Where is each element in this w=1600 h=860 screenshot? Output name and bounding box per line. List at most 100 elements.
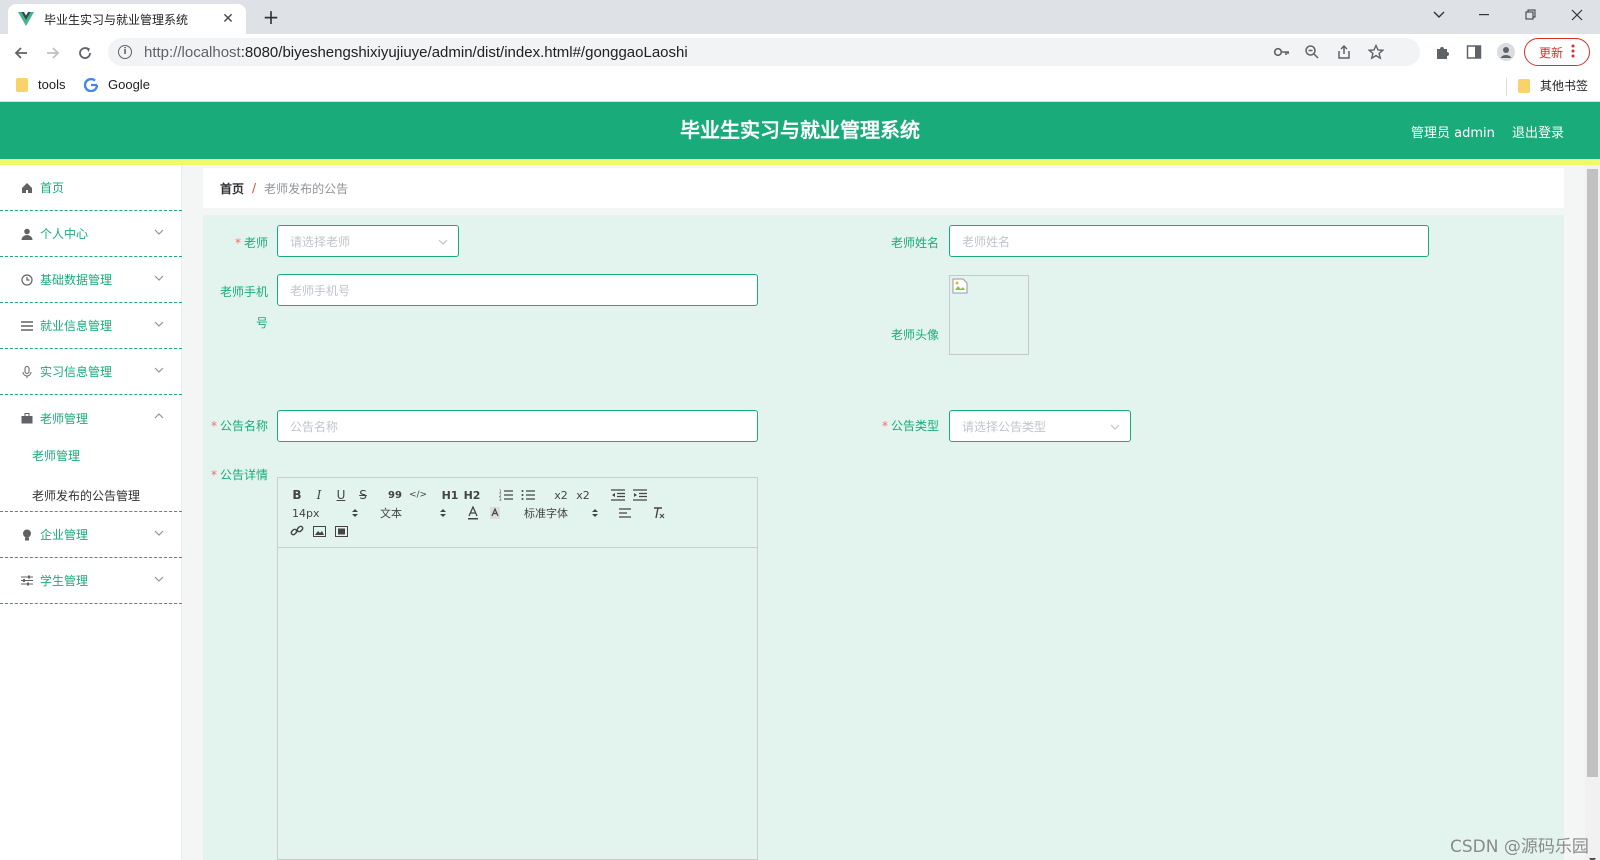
suitcase-icon: [20, 411, 34, 425]
notice-type-label: * 公告类型: [881, 419, 939, 433]
url-field[interactable]: i http://localhost:8080/biyeshengshixiyu…: [108, 38, 1420, 66]
font-family-picker[interactable]: 标准字体: [524, 505, 598, 521]
header2-button[interactable]: H2: [464, 487, 481, 503]
mic-icon: [20, 365, 34, 379]
page-scrollbar[interactable]: [1585, 165, 1600, 860]
strike-button[interactable]: S: [356, 487, 370, 503]
update-button[interactable]: 更新: [1524, 38, 1590, 66]
svg-text:3: 3: [499, 497, 502, 501]
sidebar-item-basic-data[interactable]: 基础数据管理: [0, 257, 182, 303]
text-color-icon[interactable]: [466, 505, 480, 521]
list-icon: [20, 319, 34, 333]
code-block-button[interactable]: </>: [409, 487, 427, 503]
restore-icon[interactable]: [1508, 0, 1554, 30]
teacher-avatar-image[interactable]: [949, 275, 1029, 355]
chevron-down-icon: [154, 365, 164, 375]
image-icon[interactable]: [312, 523, 326, 539]
blockquote-button[interactable]: 99: [388, 487, 402, 503]
url-path: :8080/biyeshengshixiyujiuye/admin/dist/i…: [240, 43, 688, 61]
share-icon[interactable]: [1336, 44, 1352, 60]
close-window-icon[interactable]: [1554, 0, 1600, 30]
app-title: 毕业生实习与就业管理系统: [680, 118, 920, 142]
sidebar-item-employment[interactable]: 就业信息管理: [0, 303, 182, 349]
tab-close-icon[interactable]: ✕: [220, 11, 236, 27]
italic-button[interactable]: I: [312, 487, 326, 503]
chevron-down-icon: [154, 227, 164, 237]
side-panel-icon[interactable]: [1465, 43, 1483, 61]
sidebar-item-profile[interactable]: 个人中心: [0, 211, 182, 257]
video-icon[interactable]: [334, 523, 348, 539]
sidebar-subitem-teacher-notices[interactable]: 老师发布的公告管理: [32, 487, 140, 504]
back-icon[interactable]: [8, 40, 34, 66]
subscript-button[interactable]: x2: [554, 487, 568, 503]
sidebar: 首页 个人中心 基础数据管理 就业信息管理 实习信息管理 老师管理 老师管理 老…: [0, 165, 182, 860]
scrollbar-thumb[interactable]: [1587, 169, 1598, 777]
sidebar-item-home[interactable]: 首页: [0, 165, 182, 211]
breadcrumb-home[interactable]: 首页: [220, 180, 244, 197]
align-icon[interactable]: [618, 505, 632, 521]
folder-icon: [1518, 78, 1530, 93]
chevron-down-icon: [154, 574, 164, 584]
notice-type-select[interactable]: 请选择公告类型: [949, 410, 1131, 442]
teacher-avatar-label: 老师头像: [890, 328, 939, 342]
superscript-button[interactable]: x2: [576, 487, 590, 503]
other-bookmarks[interactable]: 其他书签: [1518, 77, 1588, 94]
bookmark-tools[interactable]: tools: [16, 77, 65, 92]
more-menu-icon: [1571, 44, 1575, 61]
new-tab-icon[interactable]: +: [258, 5, 284, 31]
header-picker[interactable]: 文本: [380, 505, 446, 521]
sidebar-item-companies[interactable]: 企业管理: [0, 512, 182, 558]
broken-image-icon: [952, 278, 968, 294]
sidebar-item-teachers[interactable]: 老师管理: [0, 395, 182, 441]
key-icon[interactable]: [1274, 44, 1290, 60]
zoom-icon[interactable]: [1304, 44, 1320, 60]
bookmark-google[interactable]: Google: [84, 77, 150, 92]
tab-search-icon[interactable]: [1416, 0, 1462, 30]
bullet-list-icon[interactable]: [520, 487, 536, 503]
scroll-down-arrow-icon[interactable]: [1589, 848, 1596, 860]
site-info-icon[interactable]: i: [118, 45, 132, 59]
admin-label: 管理员 admin: [1411, 126, 1495, 141]
address-bar: i http://localhost:8080/biyeshengshixiyu…: [0, 34, 1600, 70]
header1-button[interactable]: H1: [442, 487, 459, 503]
font-size-picker[interactable]: 14px: [292, 505, 358, 521]
underline-button[interactable]: U: [334, 487, 348, 503]
bookmark-star-icon[interactable]: [1368, 44, 1384, 60]
up-down-arrow-icon: [592, 508, 598, 518]
chevron-up-icon: [154, 411, 164, 421]
teacher-select[interactable]: 请选择老师: [277, 225, 459, 257]
bold-button[interactable]: B: [290, 487, 304, 503]
tab-title: 毕业生实习与就业管理系统: [44, 12, 189, 27]
ordered-list-icon[interactable]: 123: [498, 487, 514, 503]
background-color-icon[interactable]: [488, 505, 502, 521]
notice-detail-label: * 公告详情: [210, 468, 268, 482]
up-down-arrow-icon: [440, 508, 446, 518]
logout-link[interactable]: 退出登录: [1512, 122, 1564, 141]
minimize-icon[interactable]: [1462, 0, 1508, 30]
clear-format-icon[interactable]: [652, 505, 666, 521]
bookmarks-bar: tools Google 其他书签: [0, 70, 1600, 102]
browser-tab[interactable]: 毕业生实习与就业管理系统 ✕: [8, 4, 246, 34]
notice-name-input[interactable]: 公告名称: [277, 410, 758, 442]
indent-icon[interactable]: [632, 487, 648, 503]
sidebar-item-students[interactable]: 学生管理: [0, 558, 182, 604]
forward-icon[interactable]: [40, 40, 66, 66]
teacher-name-input[interactable]: 老师姓名: [949, 225, 1429, 257]
extensions-icon[interactable]: [1433, 43, 1451, 61]
watermark: CSDN @源码乐园: [1450, 837, 1589, 857]
clock-icon: [20, 273, 34, 287]
sidebar-subitem-teacher-management[interactable]: 老师管理: [32, 447, 80, 464]
outdent-icon[interactable]: [610, 487, 626, 503]
reload-icon[interactable]: [72, 40, 98, 66]
breadcrumb-current: 老师发布的公告: [264, 181, 349, 196]
sidebar-item-internship[interactable]: 实习信息管理: [0, 349, 182, 395]
bookmark-separator: [1506, 78, 1507, 96]
teacher-phone-input[interactable]: 老师手机号: [277, 274, 758, 306]
link-icon[interactable]: [290, 523, 304, 539]
update-label: 更新: [1538, 45, 1563, 60]
chevron-down-icon: [154, 319, 164, 329]
vue-logo-icon: [18, 11, 34, 27]
profile-icon[interactable]: [1497, 43, 1515, 61]
editor-content-area[interactable]: [278, 548, 757, 859]
teacher-label: * 老师: [234, 236, 268, 250]
